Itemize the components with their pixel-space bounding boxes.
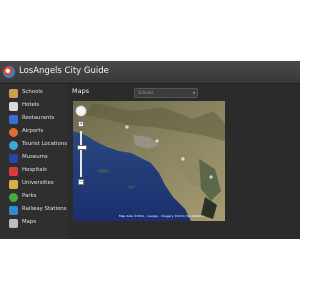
sidebar: Schools Hotels Restaurants Airports Tour… [0, 84, 68, 239]
restaurant-icon [9, 115, 18, 124]
page-title: Maps [72, 87, 90, 95]
sidebar-item-maps[interactable]: Maps [0, 218, 68, 230]
sidebar-item-label: Railway Stations [22, 206, 67, 212]
category-dropdown[interactable]: Schools ▾ [134, 88, 198, 98]
pan-control[interactable] [75, 105, 87, 117]
dropdown-selected-value: Schools [138, 90, 154, 95]
school-icon [9, 89, 18, 98]
app-window: LosAngels City Guide Schools Hotels Rest… [0, 61, 300, 239]
sidebar-item-label: Restaurants [22, 115, 55, 121]
zoom-slider[interactable] [80, 131, 82, 177]
sidebar-item-label: Tourist Locations [22, 141, 68, 147]
zoom-out-button[interactable]: − [78, 179, 84, 185]
zoom-slider-handle[interactable] [77, 145, 87, 150]
sidebar-item-railway-stations[interactable]: Railway Stations [0, 205, 68, 217]
sidebar-item-schools[interactable]: Schools [0, 88, 68, 100]
satellite-imagery [73, 101, 225, 221]
sidebar-item-universities[interactable]: Universities [0, 179, 68, 191]
sidebar-item-label: Museums [22, 154, 48, 160]
chevron-down-icon: ▾ [192, 90, 195, 95]
sidebar-item-restaurants[interactable]: Restaurants [0, 114, 68, 126]
map-zoom-control: + − [75, 105, 87, 189]
sidebar-item-label: Maps [22, 219, 37, 225]
map-icon [9, 219, 18, 228]
app-logo-icon [3, 66, 15, 78]
sidebar-item-label: Parks [22, 193, 37, 199]
sidebar-item-parks[interactable]: Parks [0, 192, 68, 204]
title-bar: LosAngels City Guide [0, 61, 300, 84]
train-icon [9, 206, 18, 215]
map-view[interactable]: + − Map data ©2011 · Google · Imagery ©2… [73, 101, 225, 221]
map-attribution: Map data ©2011 · Google · Imagery ©2011 … [119, 214, 205, 218]
sidebar-item-tourist-locations[interactable]: Tourist Locations [0, 140, 68, 152]
museum-icon [9, 154, 18, 163]
hospital-icon [9, 167, 18, 176]
camera-icon [9, 141, 18, 150]
sidebar-item-label: Airports [22, 128, 44, 134]
hotel-icon [9, 102, 18, 111]
sidebar-item-hospitals[interactable]: Hospitals [0, 166, 68, 178]
park-icon [9, 193, 18, 202]
sidebar-item-hotels[interactable]: Hotels [0, 101, 68, 113]
sidebar-item-label: Universities [22, 180, 54, 186]
sidebar-item-museums[interactable]: Museums [0, 153, 68, 165]
sidebar-item-label: Hospitals [22, 167, 47, 173]
airplane-icon [9, 128, 18, 137]
university-icon [9, 180, 18, 189]
sidebar-item-label: Schools [22, 89, 43, 95]
zoom-in-button[interactable]: + [78, 121, 84, 127]
app-title: LosAngels City Guide [19, 66, 109, 76]
sidebar-item-label: Hotels [22, 102, 40, 108]
sidebar-item-airports[interactable]: Airports [0, 127, 68, 139]
